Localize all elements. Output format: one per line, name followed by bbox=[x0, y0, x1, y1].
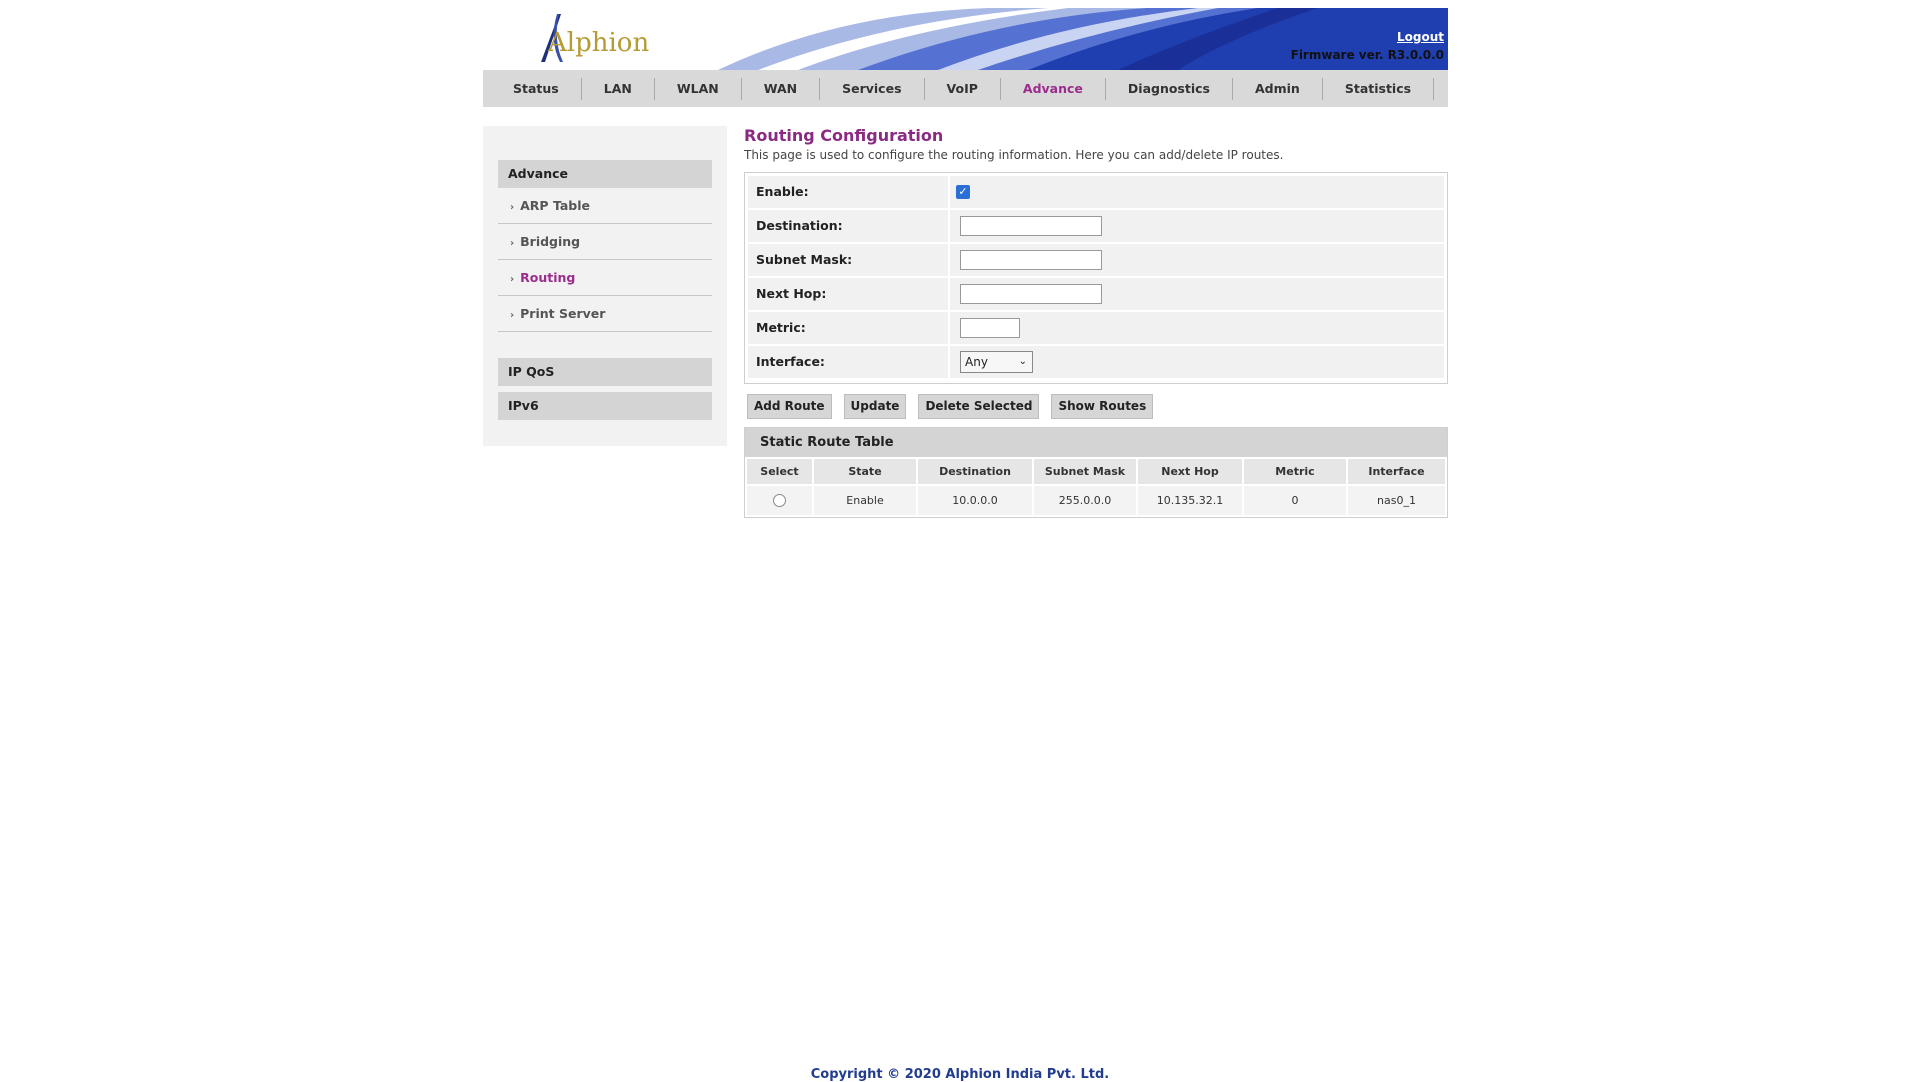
page-title: Routing Configuration bbox=[744, 126, 944, 145]
column-destination: Destination bbox=[918, 459, 1032, 484]
nav-wan[interactable]: WAN bbox=[742, 77, 821, 100]
form-row-nexthop: Next Hop: bbox=[748, 278, 1444, 310]
sidebar-item-bridging[interactable]: › Bridging bbox=[498, 224, 712, 260]
update-button[interactable]: Update bbox=[843, 394, 907, 419]
main-content: Routing Configuration This page is used … bbox=[744, 126, 1448, 518]
next-hop-label: Next Hop: bbox=[748, 278, 948, 310]
metric-cell: 0 bbox=[1244, 486, 1346, 515]
state-cell: Enable bbox=[814, 486, 916, 515]
bullet-icon: › bbox=[510, 238, 515, 249]
sidebar-section-ipv6[interactable]: IPv6 bbox=[498, 392, 712, 420]
top-navigation: Status LAN WLAN WAN Services VoIP Advanc… bbox=[483, 70, 1448, 107]
form-row-destination: Destination: bbox=[748, 210, 1444, 242]
form-row-enable: Enable: ✓ bbox=[748, 176, 1444, 208]
bullet-icon: › bbox=[510, 274, 515, 285]
sidebar-item-print-server[interactable]: › Print Server bbox=[498, 296, 712, 332]
sidebar-section-advance[interactable]: Advance bbox=[498, 160, 712, 188]
enable-checkbox[interactable]: ✓ bbox=[956, 185, 970, 199]
sidebar-section-ip-qos[interactable]: IP QoS bbox=[498, 358, 712, 386]
destination-label: Destination: bbox=[748, 210, 948, 242]
action-buttons: Add Route Update Delete Selected Show Ro… bbox=[744, 394, 1448, 419]
metric-label: Metric: bbox=[748, 312, 948, 344]
sidebar-item-label: Routing bbox=[520, 270, 576, 285]
next-hop-cell: 10.135.32.1 bbox=[1138, 486, 1242, 515]
subnet-mask-label: Subnet Mask: bbox=[748, 244, 948, 276]
column-next-hop: Next Hop bbox=[1138, 459, 1242, 484]
select-cell bbox=[747, 486, 812, 515]
subnet-mask-input[interactable] bbox=[960, 250, 1102, 270]
nav-voip[interactable]: VoIP bbox=[925, 77, 1001, 100]
nav-diagnostics[interactable]: Diagnostics bbox=[1106, 77, 1233, 100]
nav-admin[interactable]: Admin bbox=[1233, 77, 1323, 100]
table-title: Static Route Table bbox=[745, 428, 1447, 457]
bullet-icon: › bbox=[510, 202, 515, 213]
logout-link[interactable]: Logout bbox=[1397, 30, 1444, 44]
page-description: This page is used to configure the routi… bbox=[744, 148, 1284, 162]
header: Alphion Logout Firmware ver. R3.0.0.0 bbox=[483, 8, 1448, 70]
column-state: State bbox=[814, 459, 916, 484]
nav-statistics[interactable]: Statistics bbox=[1323, 77, 1435, 100]
chevron-down-icon: ⌄ bbox=[1018, 356, 1027, 367]
show-routes-button[interactable]: Show Routes bbox=[1051, 394, 1154, 419]
enable-label: Enable: bbox=[748, 176, 948, 208]
interface-selected-value: Any bbox=[965, 355, 988, 369]
sidebar-item-label: Print Server bbox=[520, 306, 606, 321]
interface-label: Interface: bbox=[748, 346, 948, 378]
route-select-radio[interactable] bbox=[773, 494, 786, 508]
destination-input[interactable] bbox=[960, 216, 1102, 236]
static-route-table: Static Route Table Select State Destinat… bbox=[744, 427, 1448, 518]
next-hop-input[interactable] bbox=[960, 284, 1102, 304]
sidebar: Advance › ARP Table › Bridging › Routing › P… bbox=[483, 126, 727, 446]
metric-input[interactable] bbox=[960, 318, 1020, 338]
routing-form: Enable: ✓ Destination: Subnet Mask: Next… bbox=[744, 172, 1448, 384]
sidebar-item-label: Bridging bbox=[520, 234, 581, 249]
interface-cell: nas0_1 bbox=[1348, 486, 1445, 515]
subnet-mask-cell: 255.0.0.0 bbox=[1034, 486, 1136, 515]
nav-advance[interactable]: Advance bbox=[1001, 77, 1106, 100]
column-select: Select bbox=[747, 459, 812, 484]
sidebar-item-routing[interactable]: › Routing bbox=[498, 260, 712, 296]
route-table: Select State Destination Subnet Mask Nex… bbox=[745, 457, 1447, 517]
nav-wlan[interactable]: WLAN bbox=[655, 77, 742, 100]
destination-cell: 10.0.0.0 bbox=[918, 486, 1032, 515]
form-row-subnet: Subnet Mask: bbox=[748, 244, 1444, 276]
table-header-row: Select State Destination Subnet Mask Nex… bbox=[747, 459, 1445, 484]
page-container: Alphion Logout Firmware ver. R3.0.0.0 St… bbox=[483, 8, 1448, 518]
form-row-metric: Metric: bbox=[748, 312, 1444, 344]
firmware-version: Firmware ver. R3.0.0.0 bbox=[1290, 48, 1444, 62]
nav-services[interactable]: Services bbox=[820, 77, 925, 100]
table-row: Enable 10.0.0.0 255.0.0.0 10.135.32.1 0 … bbox=[747, 486, 1445, 515]
nav-lan[interactable]: LAN bbox=[582, 77, 655, 100]
interface-select[interactable]: Any ⌄ bbox=[960, 351, 1033, 373]
add-route-button[interactable]: Add Route bbox=[747, 394, 832, 419]
form-row-interface: Interface: Any ⌄ bbox=[748, 346, 1444, 378]
delete-selected-button[interactable]: Delete Selected bbox=[918, 394, 1040, 419]
column-interface: Interface bbox=[1348, 459, 1445, 484]
column-subnet-mask: Subnet Mask bbox=[1034, 459, 1136, 484]
nav-status[interactable]: Status bbox=[491, 77, 582, 100]
sidebar-item-arp-table[interactable]: › ARP Table bbox=[498, 188, 712, 224]
logo-text: Alphion bbox=[548, 28, 650, 58]
bullet-icon: › bbox=[510, 310, 515, 321]
sidebar-item-label: ARP Table bbox=[520, 198, 590, 213]
column-metric: Metric bbox=[1244, 459, 1346, 484]
